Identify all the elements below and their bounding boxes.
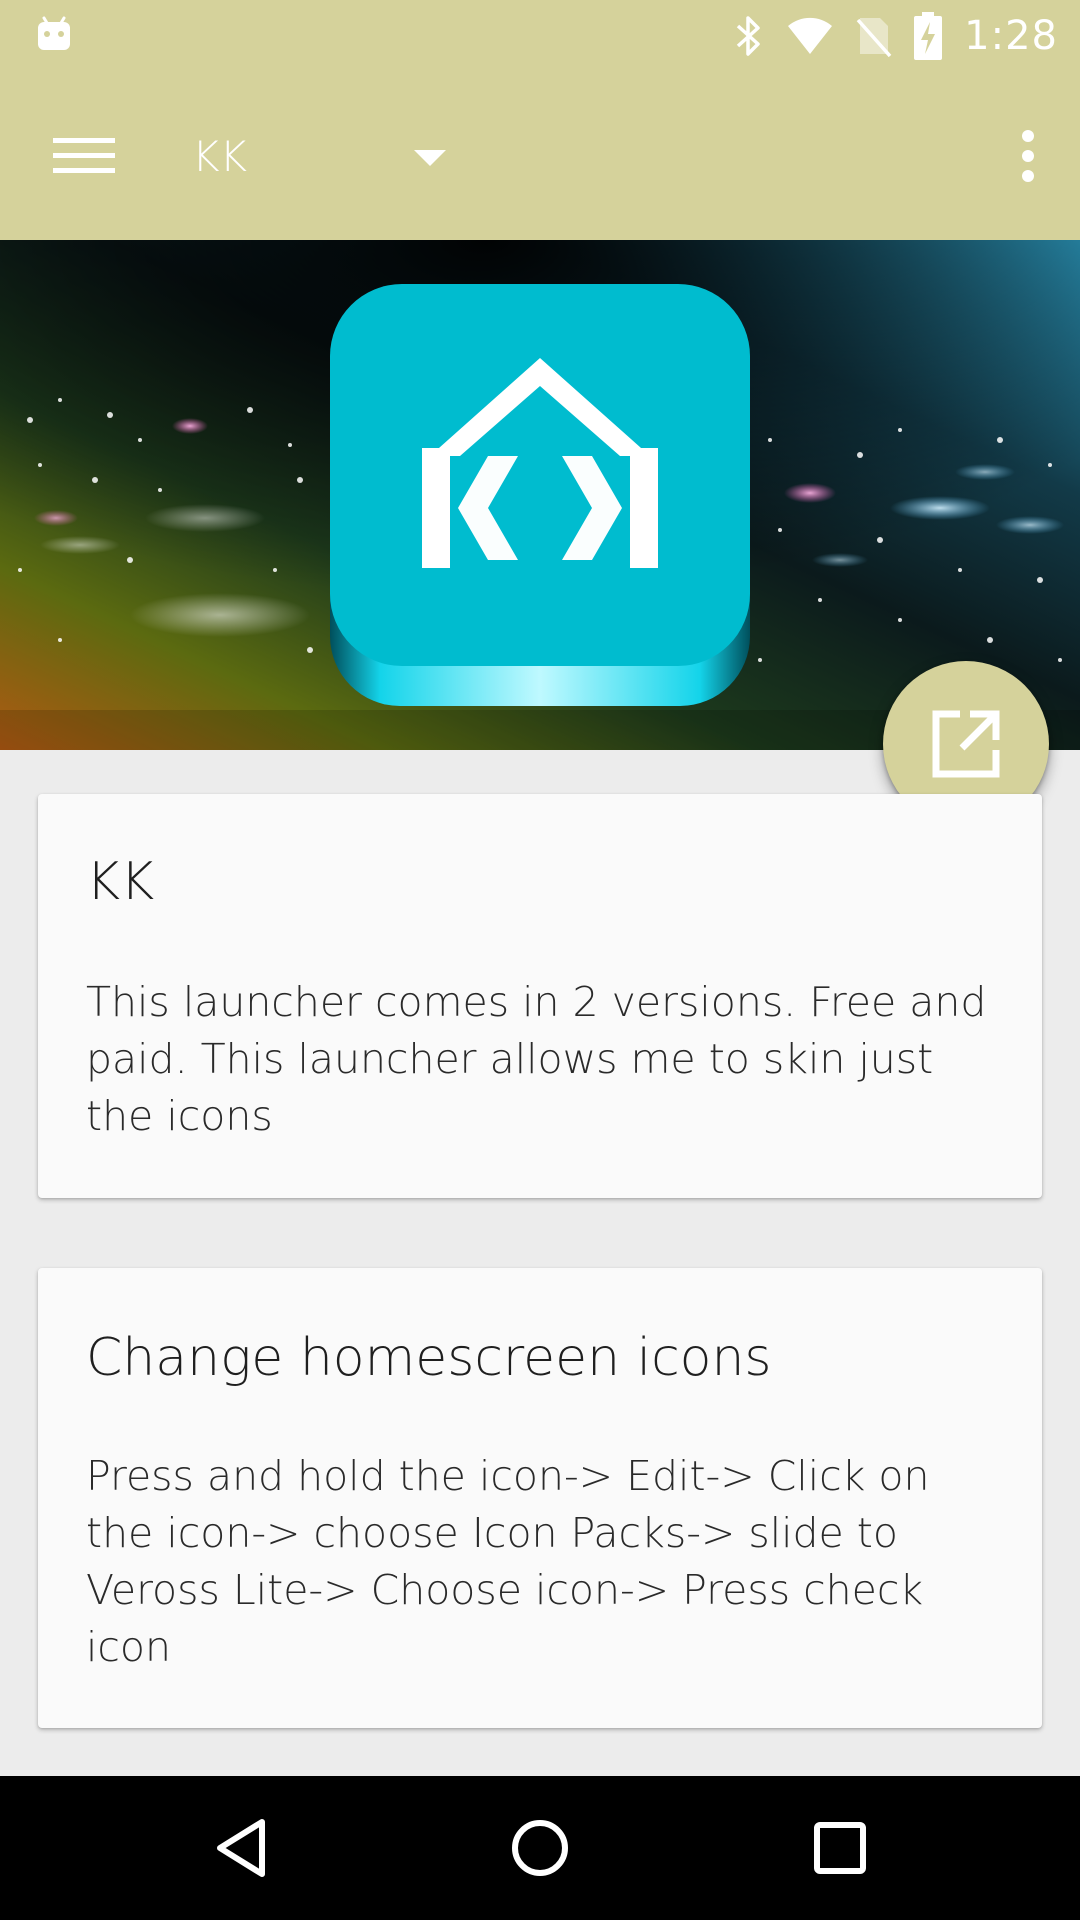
card-body: This launcher comes in 2 versions. Free …: [86, 978, 987, 1140]
overflow-menu-icon: [1022, 130, 1034, 182]
dropdown-arrow-icon: [414, 150, 446, 166]
info-card: KK This launcher comes in 2 versions. Fr…: [38, 794, 1042, 1198]
back-button[interactable]: [150, 1776, 330, 1920]
home-icon: [512, 1820, 568, 1876]
recent-apps-button[interactable]: [750, 1776, 930, 1920]
home-button[interactable]: [450, 1776, 630, 1920]
kk-launcher-icon: [330, 284, 750, 706]
back-icon: [217, 1819, 265, 1877]
toolbar-title: KK: [192, 131, 248, 181]
android-icon: [38, 16, 70, 50]
status-time: 1:28: [964, 13, 1058, 59]
wifi-icon: [788, 17, 833, 54]
card-title: KK: [86, 852, 155, 912]
menu-button[interactable]: [36, 128, 132, 184]
navigation-bar: [0, 1776, 1080, 1920]
card-body: Press and hold the icon-> Edit-> Click o…: [86, 1452, 930, 1671]
battery-charging-icon: [914, 12, 943, 60]
menu-icon: [53, 138, 115, 173]
bluetooth-icon: [737, 16, 760, 56]
header-banner: KK: [0, 240, 1080, 750]
instructions-card: Change homescreen icons Press and hold t…: [38, 1268, 1042, 1728]
open-external-icon: [932, 710, 1000, 778]
overflow-menu-button[interactable]: [996, 124, 1060, 188]
card-title: Change homescreen icons: [86, 1328, 772, 1388]
recent-apps-icon: [814, 1822, 866, 1874]
status-bar: 1:28: [0, 0, 1080, 72]
no-sim-icon: [856, 18, 892, 58]
app-toolbar: KK: [0, 72, 1080, 240]
